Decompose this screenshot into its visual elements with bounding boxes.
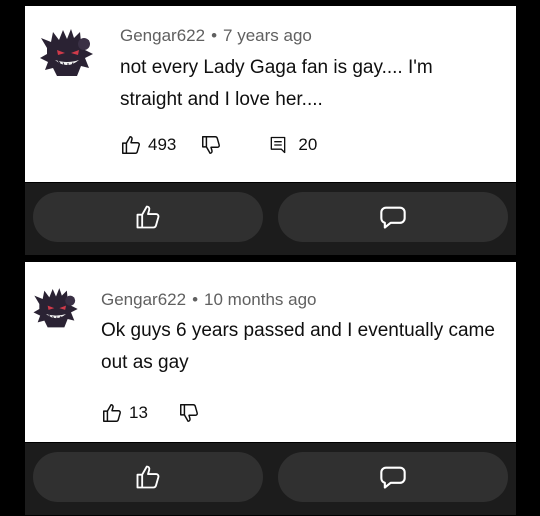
like-button[interactable]: 493 — [120, 134, 176, 156]
action-bar — [25, 443, 516, 515]
comment-meta: Gengar622 • 10 months ago — [101, 290, 317, 310]
like-button[interactable]: 13 — [101, 402, 148, 424]
thumbs-down-icon — [200, 134, 222, 156]
comment-time[interactable]: 7 years ago — [223, 26, 312, 45]
comment-icon — [379, 203, 407, 231]
dislike-button[interactable] — [178, 402, 200, 424]
dislike-button[interactable] — [200, 134, 222, 156]
comment-icon — [268, 135, 288, 155]
like-count: 13 — [129, 403, 148, 422]
comment-card: Gengar622 • 7 years ago not every Lady Gag… — [25, 6, 516, 182]
like-pill-button[interactable] — [33, 452, 263, 502]
avatar[interactable] — [37, 24, 97, 84]
comment-time[interactable]: 10 months ago — [204, 290, 316, 309]
reply-pill-button[interactable] — [278, 192, 508, 242]
thumbs-up-icon — [134, 203, 162, 231]
thumbs-up-icon — [120, 134, 142, 156]
like-pill-button[interactable] — [33, 192, 263, 242]
comment-actions: 493 20 — [120, 130, 317, 160]
comment-card: Gengar622 • 10 months ago Ok guys 6 years … — [25, 262, 516, 442]
author-name[interactable]: Gengar622 — [101, 290, 186, 309]
action-bar — [25, 183, 516, 255]
meta-separator: • — [192, 290, 199, 309]
comment-icon — [379, 463, 407, 491]
author-name[interactable]: Gengar622 — [120, 26, 205, 45]
comment-actions: 13 — [101, 398, 200, 428]
comment-text: not every Lady Gaga fan is gay.... I'm s… — [120, 57, 433, 110]
avatar[interactable] — [31, 284, 81, 334]
thumbs-up-icon — [134, 463, 162, 491]
thumbs-down-icon — [178, 402, 200, 424]
reply-count: 20 — [298, 135, 318, 154]
reply-button[interactable]: 20 — [268, 135, 317, 155]
comment-text: Ok guys 6 years passed and I eventually … — [101, 320, 495, 373]
thumbs-up-icon — [101, 402, 123, 424]
like-count: 493 — [148, 135, 177, 154]
meta-separator: • — [211, 26, 218, 45]
comment-meta: Gengar622 • 7 years ago — [120, 26, 312, 46]
reply-pill-button[interactable] — [278, 452, 508, 502]
